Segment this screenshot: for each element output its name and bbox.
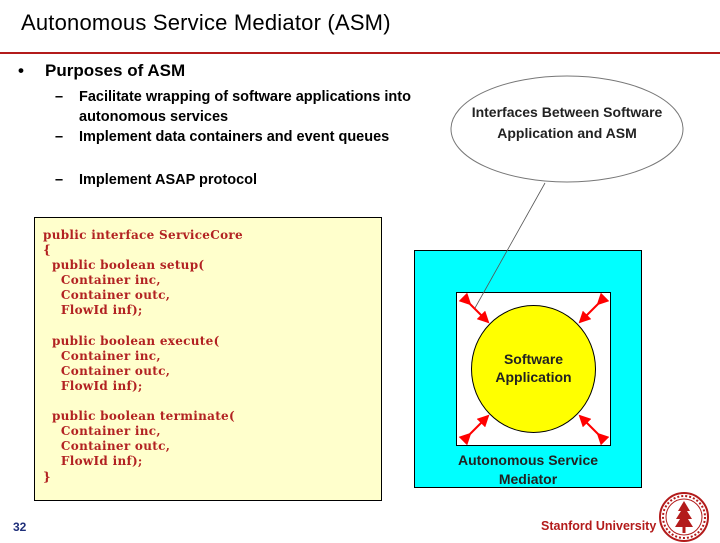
bullet-text: Purposes of ASM: [45, 61, 186, 80]
bullet-marker: •: [18, 61, 24, 80]
asm-label: Autonomous Service Mediator: [414, 451, 642, 489]
dash-marker: –: [55, 89, 64, 105]
circle-label-line-2: Application: [495, 369, 572, 385]
asm-label-line-1: Autonomous Service: [457, 452, 599, 468]
software-application-label: Software Application: [471, 350, 596, 386]
asm-label-line-2: Mediator: [498, 471, 558, 487]
dash-marker: –: [55, 129, 64, 145]
service-core-interface-code: public interface ServiceCore { public bo…: [43, 228, 243, 484]
callout-line-1: Interfaces Between Software: [471, 104, 663, 120]
sub-bullet-text: Implement data containers and event queu…: [79, 129, 390, 145]
page-number: 32: [13, 520, 27, 534]
code-listing-box: public interface ServiceCore { public bo…: [34, 217, 382, 501]
dash-marker: –: [55, 172, 64, 188]
sub-bullet-text: Facilitate wrapping of software applicat…: [79, 89, 411, 125]
circle-label-line-1: Software: [503, 351, 564, 367]
sub-bullet-text: Implement ASAP protocol: [79, 172, 258, 188]
callout-line-2: Application and ASM: [497, 125, 637, 141]
slide-title: Autonomous Service Mediator (ASM): [21, 10, 391, 35]
university-name: Stanford University: [541, 519, 657, 533]
stanford-seal-icon: [659, 492, 709, 542]
title-divider: [0, 52, 720, 54]
callout-text: Interfaces Between Software Application …: [449, 102, 685, 144]
